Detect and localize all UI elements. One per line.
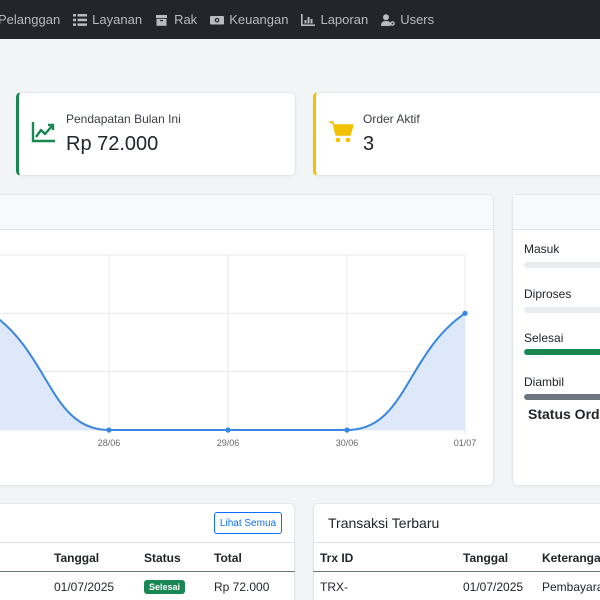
list-icon: [73, 13, 88, 26]
revenue-stat-card: Pendapatan Bulan Ini Rp 72.000: [16, 92, 296, 176]
box-icon: [155, 14, 169, 26]
order-total: Rp 72.000: [214, 580, 270, 594]
table-header-divider: [313, 571, 600, 572]
nav-item-label: Layanan: [92, 12, 143, 27]
data-point: [344, 427, 350, 433]
stat-label: Pendapatan Bulan Ini: [66, 112, 181, 126]
active-orders-stat-card: Order Aktif 3: [313, 92, 600, 176]
transaction-description: Pembayaran: [542, 580, 600, 594]
cart-icon: [328, 119, 354, 145]
x-tick-label: 01/07: [454, 438, 477, 448]
status-label-diproses: Diproses: [524, 287, 572, 301]
table-header-divider: [0, 571, 295, 572]
nav-item-rak[interactable]: Rak: [155, 12, 197, 27]
transaction-date: 01/07/2025: [463, 580, 524, 594]
nav-item-label: Rak: [174, 12, 198, 27]
nav-item-keuangan[interactable]: Keuangan: [210, 12, 288, 27]
revenue-chart: 28/06 29/06 30/06 01/07: [0, 254, 477, 448]
nav-item-label: Pelanggan: [0, 12, 61, 27]
status-bar-fill: [524, 349, 600, 355]
column-header-date: Tanggal: [54, 551, 100, 565]
x-tick-label: 29/06: [217, 438, 240, 448]
column-header-total: Total: [214, 551, 242, 565]
column-header-status: Status: [144, 551, 181, 565]
column-header-trx-id: Trx ID: [320, 551, 354, 565]
line-chart-icon: [31, 119, 57, 145]
column-header-description: Keterangan: [542, 551, 600, 565]
status-badge: Selesai: [144, 580, 186, 594]
status-label-selesai: Selesai: [524, 331, 564, 345]
transactions-card-title: Transaksi Terbaru: [328, 515, 440, 531]
view-all-button[interactable]: Lihat Semua: [214, 512, 282, 534]
nav-item-laporan[interactable]: Laporan: [301, 12, 368, 27]
x-tick-label: 30/06: [336, 438, 359, 448]
order-date: 01/07/2025: [54, 580, 115, 594]
status-label-masuk: Masuk: [524, 242, 560, 256]
status-bar-selesai: [524, 349, 600, 355]
data-point: [225, 427, 231, 433]
status-bar-fill: [524, 394, 600, 400]
nav-item-pelanggan[interactable]: Pelanggan: [0, 12, 60, 27]
table-divider: [313, 542, 600, 543]
chart-icon: [301, 13, 316, 26]
nav-item-label: Laporan: [320, 12, 369, 27]
data-point: [106, 427, 112, 433]
nav-item-users[interactable]: Users: [381, 12, 434, 27]
nav-item-label: Keuangan: [229, 12, 289, 27]
x-tick-label: 28/06: [98, 438, 121, 448]
nav-item-label: Users: [400, 12, 435, 27]
money-icon: [210, 14, 225, 26]
transaction-id: TRX-: [320, 580, 348, 594]
status-card-header: Status Orde: [513, 195, 600, 422]
revenue-chart-card: 28/06 29/06 30/06 01/07: [0, 194, 494, 486]
stat-value: 3: [363, 133, 375, 155]
user-cog-icon: [381, 13, 395, 26]
status-bar-diproses: [524, 307, 600, 313]
status-bar-diambil: [524, 394, 600, 400]
nav-item-layanan[interactable]: Layanan: [73, 12, 142, 27]
column-header-date: Tanggal: [463, 551, 509, 565]
stat-value: Rp 72.000: [66, 133, 159, 155]
chart-card-header: [0, 195, 493, 230]
status-label-diambil: Diambil: [524, 375, 565, 389]
status-bar-masuk: [524, 262, 600, 268]
top-navbar: Pelanggan Layanan Rak Keuangan Laporan U…: [0, 0, 600, 39]
table-divider: [0, 542, 295, 543]
data-point: [462, 310, 468, 316]
stat-label: Order Aktif: [363, 112, 420, 126]
status-card-title: Status Orde: [528, 406, 600, 422]
